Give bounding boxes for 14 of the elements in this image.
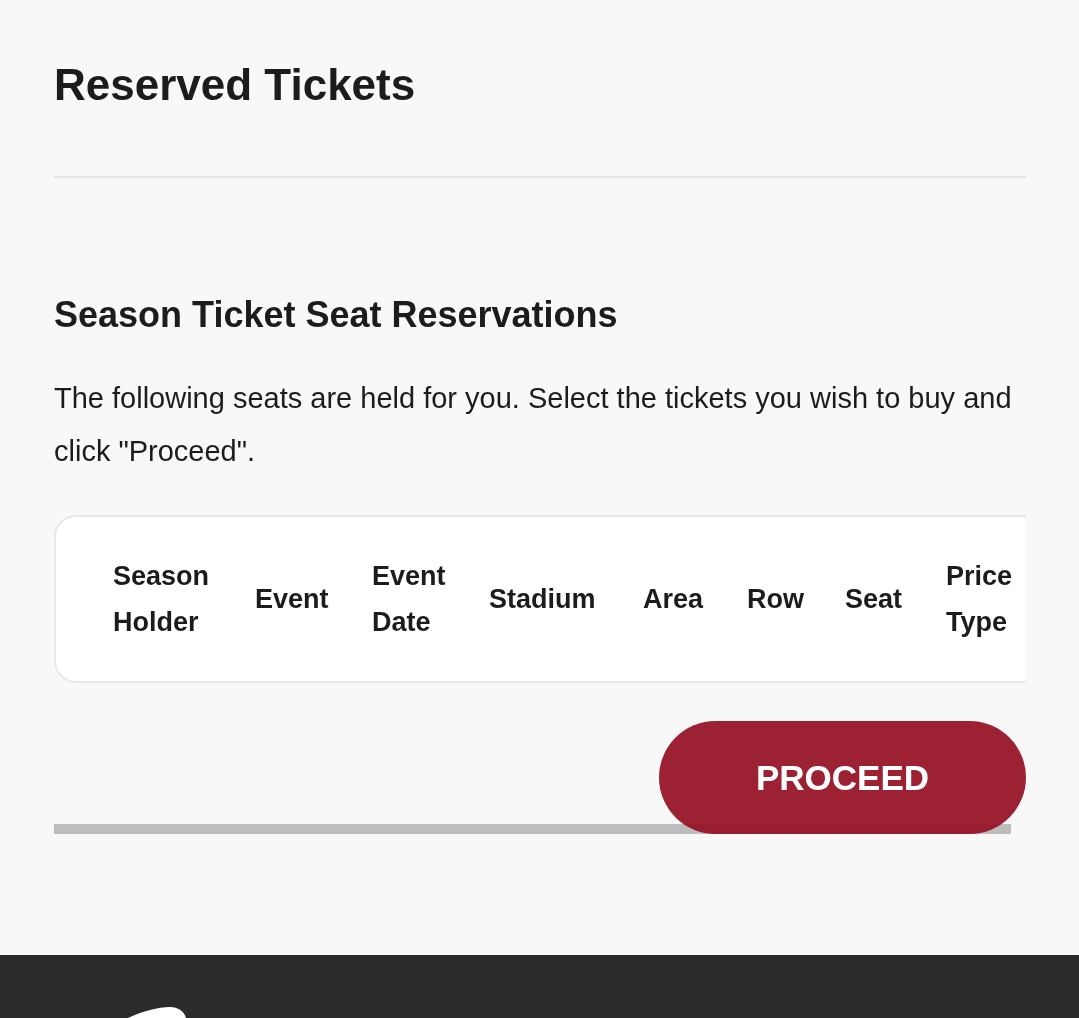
swoosh-icon — [128, 1005, 188, 1018]
column-header: Event Date — [372, 560, 447, 639]
column-header: Season Holder — [113, 560, 211, 639]
section-title: Season Ticket Seat Reservations — [54, 293, 619, 337]
column-header: Area — [643, 583, 705, 616]
description-text: The following seats are held for you. Select the tickets you wish to buy and click "Proceed". — [54, 381, 1013, 469]
column-header: Event — [255, 583, 330, 616]
column-header: Price Type — [946, 560, 1014, 639]
column-header: Seat — [845, 583, 904, 616]
page-title: Reserved Tickets — [54, 59, 417, 111]
scrollbar[interactable] — [54, 824, 1011, 834]
column-header: Row — [747, 583, 805, 616]
column-header: Stadium — [489, 583, 597, 616]
proceed-button[interactable]: PROCEED — [659, 721, 1026, 834]
